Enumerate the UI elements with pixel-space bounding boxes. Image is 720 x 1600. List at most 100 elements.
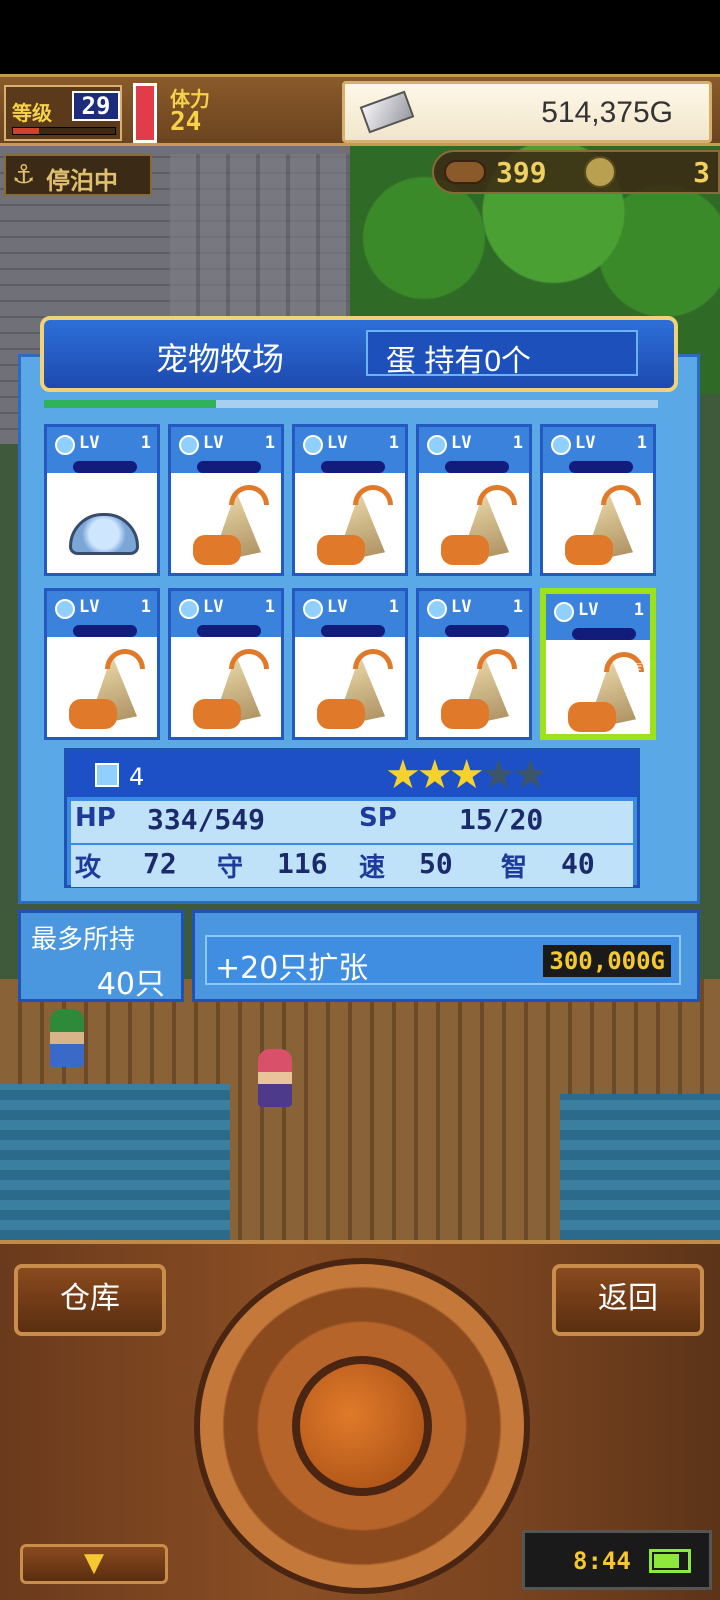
hermit-crab-pet-icon [193,699,241,729]
gem-icon [427,435,447,455]
level-label: 等级 [12,101,52,125]
expand-capacity-label: +20只扩张 [215,951,369,986]
hermit-crab-claw [229,649,269,669]
pet-level: 1 [140,597,151,617]
gold-display: 514,375G [342,81,712,143]
stats-row-attributes: 攻 72 守 116 速 50 智 40 [71,845,633,887]
pet-card[interactable]: LV 1 [168,424,284,576]
expand-capacity-panel: +20只扩张 300,000G [192,910,700,1002]
ranch-progress-bar [44,400,658,408]
dialog-title-bar: 宠物牧场 蛋 持有0个 [40,316,678,392]
pet-card[interactable]: LV 1 [168,588,284,740]
pet-level-label: LV [327,433,348,453]
level-progress-bar [12,127,116,135]
pet-hp-bar [321,625,385,637]
pet-hp-bar [445,461,509,473]
def-value: 116 [277,847,328,880]
npc-villager[interactable] [50,1009,84,1067]
pet-level-label: LV [327,597,348,617]
hp-value: 334/549 [147,803,266,836]
rarity-stars: ★★★★★ [385,752,548,798]
egg-count-box: 蛋 持有0个 [366,330,638,378]
level-progress-fill [13,128,39,134]
pet-card-header: LV 1 [171,591,281,637]
pet-card[interactable]: LV 1 [416,588,532,740]
pet-card-header: LV 1 [295,427,405,473]
hermit-crab-claw [105,649,145,669]
pet-hp-bar [73,461,137,473]
max-capacity-box: 最多所持 40只 [18,910,184,1002]
gem-count: 4 [129,763,145,791]
coin-icon [584,156,616,188]
def-label: 守 [217,853,244,883]
level-value: 29 [72,91,120,121]
stamina-value: 24 [170,107,202,137]
pet-level: 1 [264,433,275,453]
menu-toggle-button[interactable]: ▼ [20,1544,168,1584]
pet-level: 1 [140,433,151,453]
hermit-crab-claw [477,485,517,505]
pet-card[interactable]: LV 1 [292,588,408,740]
spd-value: 50 [419,847,453,880]
npc-girl[interactable] [258,1049,292,1107]
pet-level: 1 [512,597,523,617]
pet-card-header: LV 1 [295,591,405,637]
pet-card-header: LV 1 [419,427,529,473]
star-filled-icon: ★ [385,752,421,798]
pet-card[interactable]: LV 1 [44,424,160,576]
pet-level-label: LV [451,597,472,617]
pet-card[interactable]: LV 1 [44,588,160,740]
star-filled-icon: ★ [448,752,485,798]
water [0,1084,230,1240]
pet-level-label: LV [451,433,472,453]
pet-level-label: LV [578,600,599,620]
directional-pad[interactable] [194,1258,530,1594]
pet-card[interactable]: LV 1 [540,424,656,576]
pet-card[interactable]: LV 1 [292,424,408,576]
pet-card[interactable]: LV 1 [416,424,532,576]
pet-level-label: LV [575,433,596,453]
pet-card-header: LV 1 [546,594,650,640]
pet-card-header: LV 1 [543,427,653,473]
pet-hp-bar [321,461,385,473]
pet-level-label: LV [79,597,100,617]
pet-card-header: LV 1 [171,427,281,473]
hermit-crab-claw [229,485,269,505]
hermit-crab-pet-icon [317,535,365,565]
hermit-crab-claw [477,649,517,669]
gem-icon [427,599,447,619]
int-label: 智 [501,853,528,883]
silver-ingot-icon [359,90,415,134]
hermit-crab-pet-icon [441,535,489,565]
gem-icon [179,435,199,455]
warehouse-button[interactable]: 仓库 [14,1264,166,1336]
max-capacity-label: 最多所持 [31,925,136,955]
hermit-crab-claw [601,485,641,505]
back-button[interactable]: 返回 [552,1264,704,1336]
pet-card-header: LV 1 [419,591,529,637]
hermit-crab-pet-icon [69,699,117,729]
atk-label: 攻 [75,853,102,883]
pet-level-label: LV [203,433,224,453]
pet-hp-bar [197,461,261,473]
pet-level-label: LV [203,597,224,617]
battery-level [654,1554,679,1568]
stats-row-hp-sp: HP 334/549 SP 15/20 [71,801,633,843]
battery-icon [649,1549,691,1573]
dialog-title: 宠物牧场 [156,341,285,377]
coin-count: 3 [693,156,710,189]
stats-header: 4 ★★★★★ [67,751,637,797]
pet-card-header: LV 1 [47,427,157,473]
pet-stats-panel: 4 ★★★★★ HP 334/549 SP 15/20 攻 72 守 116 速… [64,748,640,888]
spd-label: 速 [359,853,386,883]
stamina-bar [133,83,157,143]
gold-amount: 514,375G [541,96,673,129]
expand-capacity-button[interactable]: +20只扩张 300,000G [205,935,681,986]
pet-level: 1 [512,433,523,453]
star-empty-icon: ★ [480,752,517,798]
pet-level: 1 [633,600,644,620]
hermit-crab-claw [353,649,393,669]
hermit-crab-pet-icon [193,535,241,565]
action-button[interactable] [292,1356,432,1496]
pet-level: 1 [388,433,399,453]
